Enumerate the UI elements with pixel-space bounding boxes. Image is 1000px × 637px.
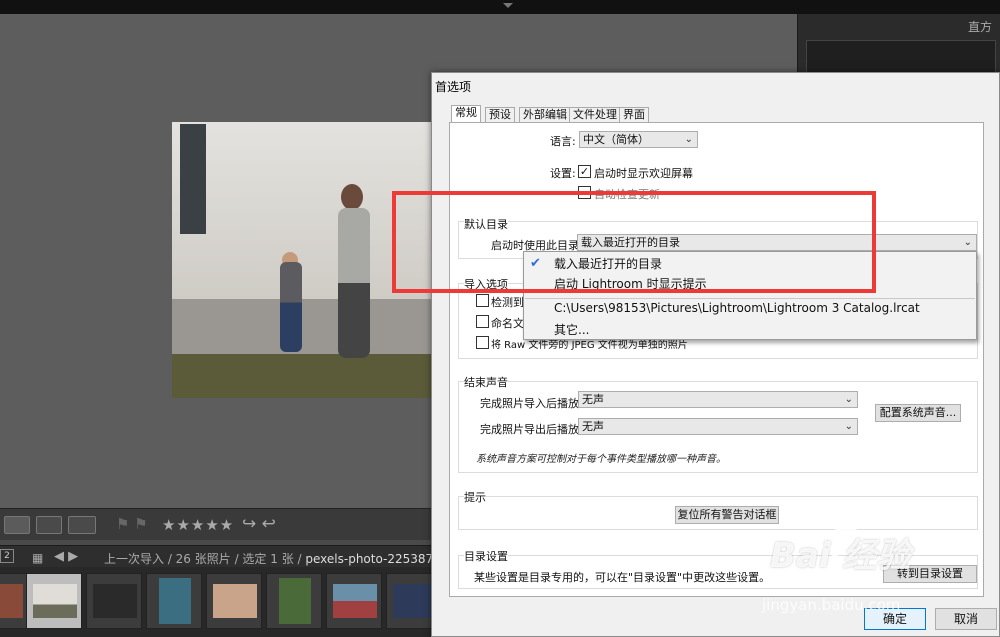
filmstrip-thumb-selected[interactable] (26, 573, 82, 629)
flag-icon[interactable]: ⚑ ⚑ (116, 515, 148, 533)
catalog-settings-description: 某些设置是目录专用的，可以在"目录设置"中更改这些设置。 (474, 571, 771, 584)
language-value: 中文（简体） (583, 133, 649, 146)
import-name-checkbox[interactable] (476, 315, 489, 328)
thumb-image (333, 584, 377, 618)
dropdown-option-other[interactable]: 其它... (554, 321, 589, 338)
filmstrip-thumb[interactable] (86, 573, 142, 629)
photo-grass (172, 353, 434, 398)
language-label: 语言: (550, 135, 576, 148)
photo-child (280, 262, 302, 352)
thumb-image (0, 584, 23, 618)
nav-arrows-icon[interactable]: ◀ ▶ (54, 549, 78, 564)
chevron-down-icon: ⌄ (844, 394, 853, 405)
catalog-settings-title: 目录设置 (464, 548, 508, 564)
language-select[interactable]: 中文（简体） ⌄ (579, 131, 698, 148)
show-welcome-checkbox[interactable]: ✓ (578, 165, 591, 178)
photo-walkway (172, 298, 434, 354)
tab-external-editing[interactable]: 外部编辑 (519, 107, 571, 123)
after-import-sound-select[interactable]: 无声 ⌄ (578, 391, 858, 408)
show-welcome-label: 启动时显示欢迎屏幕 (594, 167, 693, 180)
lightroom-top-bar (0, 0, 1000, 14)
cancel-button[interactable]: 取消 (935, 608, 997, 630)
tab-general[interactable]: 常规 (451, 105, 481, 123)
photo-man-head (341, 184, 363, 210)
filmstrip-thumb[interactable] (146, 573, 202, 629)
chevron-down-icon: ⌄ (963, 237, 972, 248)
thumb-image (33, 584, 77, 618)
after-import-value: 无声 (582, 393, 604, 406)
import-detect-label: 检测到 (491, 296, 524, 309)
tab-presets[interactable]: 预设 (485, 107, 515, 123)
histogram-title: 直方 (967, 20, 992, 34)
watermark-url: jingyan.baidu.com (762, 596, 901, 614)
filmstrip-thumb[interactable] (326, 573, 382, 629)
rotate-icon[interactable]: ↪ ↩ (242, 514, 276, 534)
dialog-title: 首选项 (435, 80, 472, 94)
thumb-image (93, 584, 137, 618)
breadcrumb-source: 上一次导入 / 26 张照片 / 选定 1 张 / (104, 552, 302, 566)
filmstrip-thumb[interactable] (0, 573, 28, 629)
loupe-view-button[interactable] (4, 516, 30, 534)
sounds-note: 系统声音方案可控制对于每个事件类型播放哪一种声音。 (476, 454, 726, 465)
annotation-highlight-box (392, 191, 876, 293)
panel-toggle-icon[interactable] (503, 3, 513, 8)
treat-jpeg-separate-checkbox[interactable] (476, 336, 489, 349)
import-detect-checkbox[interactable] (476, 294, 489, 307)
photo-door (180, 124, 206, 234)
photo-man (338, 208, 370, 358)
filmstrip-thumb[interactable] (266, 573, 322, 629)
completion-sounds-title: 结束声音 (464, 374, 508, 390)
configure-system-sounds-button[interactable]: 配置系统声音... (875, 404, 961, 422)
settings-label: 设置: (550, 167, 576, 180)
survey-view-button[interactable] (68, 516, 96, 534)
reset-warnings-button[interactable]: 复位所有警告对话框 (675, 506, 779, 524)
prompts-title: 提示 (464, 489, 486, 505)
chevron-down-icon: ⌄ (684, 134, 693, 145)
tab-file-handling[interactable]: 文件处理 (569, 107, 621, 123)
compare-view-button[interactable] (36, 516, 62, 534)
preferences-dialog: 首选项 常规 预设 外部编辑 文件处理 界面 语言: 中文（简体） ⌄ 设置: … (431, 72, 1000, 637)
after-export-label: 完成照片导出后播放: (480, 423, 583, 436)
thumb-image (213, 584, 257, 618)
after-export-value: 无声 (582, 420, 604, 433)
filmstrip-thumb[interactable] (206, 573, 262, 629)
secondary-monitor-button[interactable]: 2 (0, 549, 14, 563)
star-rating[interactable]: ★★★★★ (162, 516, 234, 534)
thumb-image (279, 578, 311, 624)
grid-icon[interactable]: ▦ (32, 551, 43, 565)
after-export-sound-select[interactable]: 无声 ⌄ (578, 418, 858, 435)
tab-interface[interactable]: 界面 (619, 107, 649, 123)
import-name-label: 命名文 (491, 317, 524, 330)
chevron-down-icon: ⌄ (844, 421, 853, 432)
filmstrip-breadcrumb[interactable]: 上一次导入 / 26 张照片 / 选定 1 张 / pexels-photo-2… (104, 550, 463, 567)
dropdown-option-catalog-path[interactable]: C:\Users\98153\Pictures\Lightroom\Lightr… (554, 301, 920, 315)
thumb-image (159, 578, 191, 624)
dropdown-separator (525, 298, 975, 299)
after-import-label: 完成照片导入后播放: (480, 397, 583, 410)
watermark-brand: Bai 经验 (770, 536, 911, 576)
